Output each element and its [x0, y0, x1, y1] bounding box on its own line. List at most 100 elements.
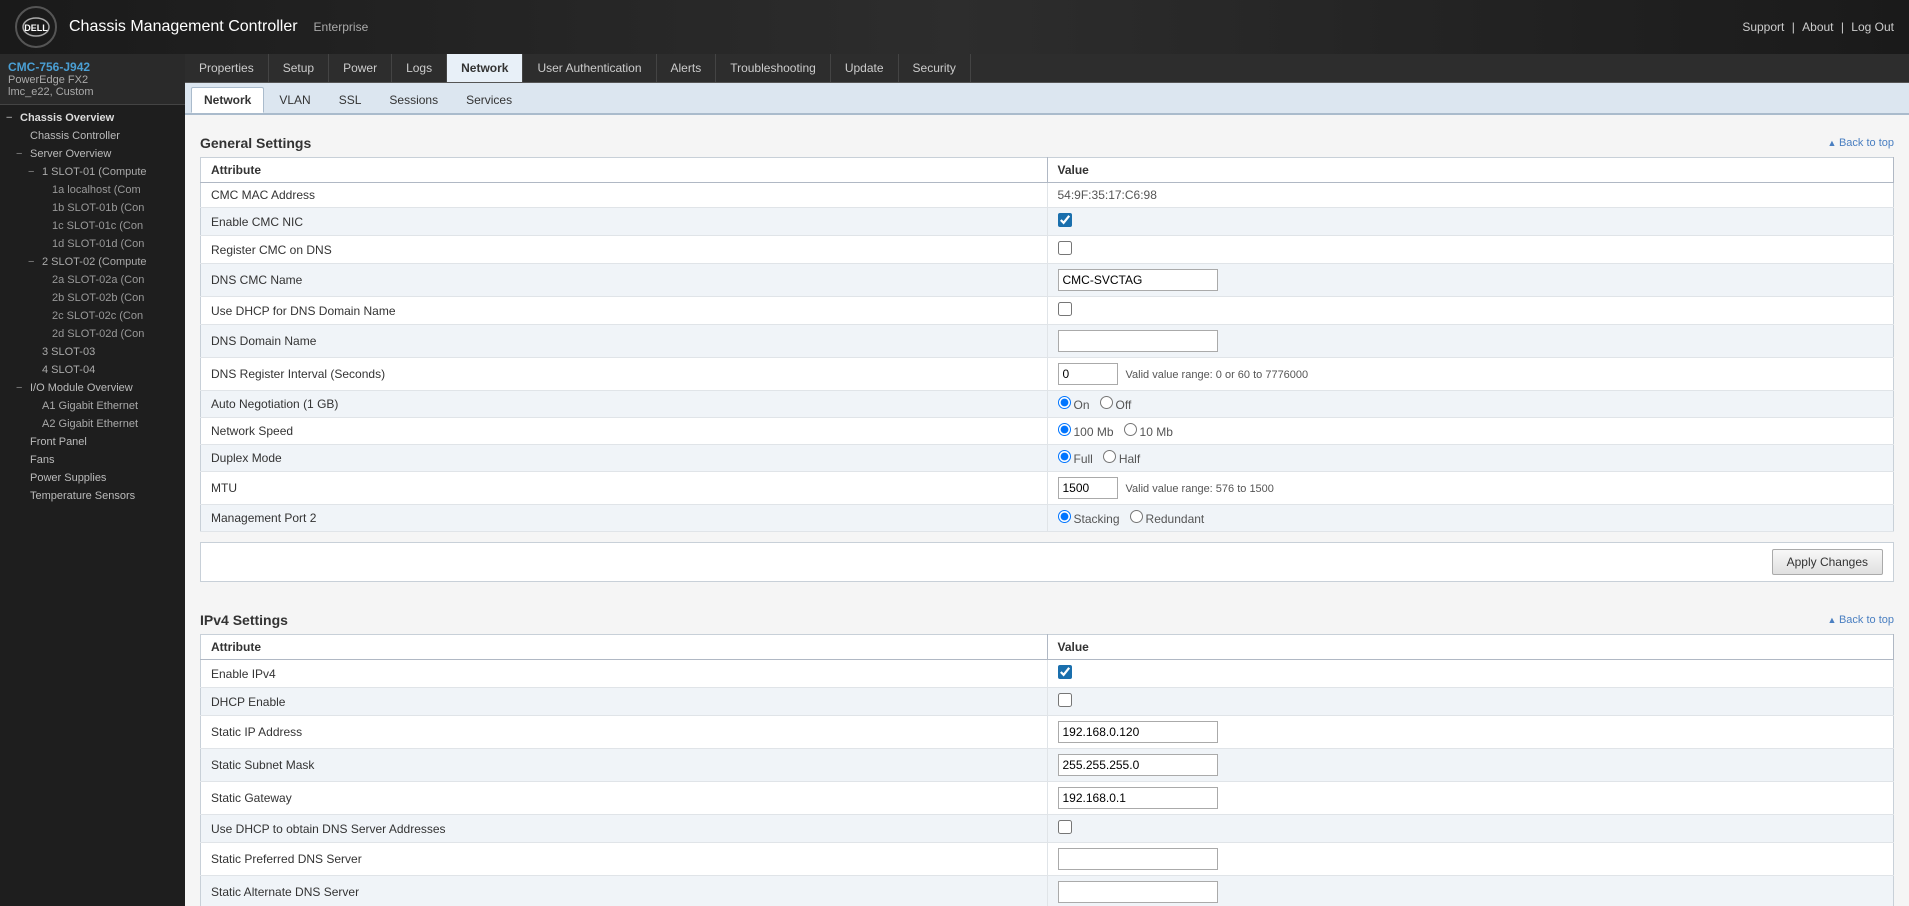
sidebar-item-19[interactable]: Fans: [0, 451, 185, 469]
general-apply-button[interactable]: Apply Changes: [1772, 549, 1883, 575]
general-input-3[interactable]: [1058, 269, 1218, 291]
tab-primary-update[interactable]: Update: [831, 54, 899, 82]
about-link[interactable]: About: [1802, 20, 1833, 34]
general-attr-1: Enable CMC NIC: [201, 208, 1048, 236]
content-area: PropertiesSetupPowerLogsNetworkUser Auth…: [185, 54, 1909, 906]
nav-sep1: |: [1792, 20, 1798, 34]
tab-secondary-vlan[interactable]: VLAN: [266, 87, 323, 113]
general-value-4: [1047, 297, 1894, 325]
general-action-bar: Apply Changes: [200, 542, 1894, 582]
tab-primary-user-authentication[interactable]: User Authentication: [523, 54, 656, 82]
general-radio-label-9-Half[interactable]: Half: [1103, 452, 1140, 466]
sidebar-item-8[interactable]: −2 SLOT-02 (Compute: [0, 253, 185, 271]
table-row: CMC MAC Address54:9F:35:17:C6:98: [201, 183, 1894, 208]
logout-link[interactable]: Log Out: [1851, 20, 1894, 34]
general-value-7: On Off: [1047, 391, 1894, 418]
ipv4-attr-0: Enable IPv4: [201, 660, 1048, 688]
general-radio-label-8-10-Mb[interactable]: 10 Mb: [1124, 425, 1173, 439]
sidebar-device-info: CMC-756-J942 PowerEdge FX2 lmc_e22, Cust…: [0, 54, 185, 105]
general-radio-label-7-Off[interactable]: Off: [1100, 398, 1132, 412]
general-radio-11-Stacking[interactable]: [1058, 510, 1071, 523]
general-checkbox-1[interactable]: [1058, 213, 1072, 227]
sidebar-item-20[interactable]: Power Supplies: [0, 469, 185, 487]
general-checkbox-4[interactable]: [1058, 302, 1072, 316]
general-value-3: [1047, 264, 1894, 297]
tab-secondary-services[interactable]: Services: [453, 87, 525, 113]
tab-primary-setup[interactable]: Setup: [269, 54, 329, 82]
general-radio-label-11-Redundant[interactable]: Redundant: [1130, 512, 1205, 526]
general-radio-7-On[interactable]: [1058, 396, 1071, 409]
general-value-5: [1047, 325, 1894, 358]
general-radio-8-10-Mb[interactable]: [1124, 423, 1137, 436]
sidebar-item-12[interactable]: 2d SLOT-02d (Con: [0, 325, 185, 343]
tab-secondary-ssl[interactable]: SSL: [326, 87, 375, 113]
ipv4-value-3: [1047, 749, 1894, 782]
general-value-2: [1047, 236, 1894, 264]
sidebar-item-13[interactable]: 3 SLOT-03: [0, 343, 185, 361]
sidebar-item-0[interactable]: −Chassis Overview: [0, 109, 185, 127]
general-input-10[interactable]: [1058, 477, 1118, 499]
sidebar-item-5[interactable]: 1b SLOT-01b (Con: [0, 199, 185, 217]
tab-primary-power[interactable]: Power: [329, 54, 392, 82]
general-radio-8-100-Mb[interactable]: [1058, 423, 1071, 436]
sidebar-item-1[interactable]: Chassis Controller: [0, 127, 185, 145]
tab-primary-properties[interactable]: Properties: [185, 54, 269, 82]
sidebar-item-7[interactable]: 1d SLOT-01d (Con: [0, 235, 185, 253]
sidebar-item-6[interactable]: 1c SLOT-01c (Con: [0, 217, 185, 235]
tab-primary-network[interactable]: Network: [447, 54, 523, 82]
general-radio-label-11-Stacking[interactable]: Stacking: [1058, 512, 1120, 526]
tab-primary-logs[interactable]: Logs: [392, 54, 447, 82]
ipv4-value-5: [1047, 815, 1894, 843]
general-attr-5: DNS Domain Name: [201, 325, 1048, 358]
general-radio-label-8-100-Mb[interactable]: 100 Mb: [1058, 425, 1114, 439]
sidebar-item-16[interactable]: A1 Gigabit Ethernet: [0, 397, 185, 415]
general-radio-9-Half[interactable]: [1103, 450, 1116, 463]
tab-secondary-network[interactable]: Network: [191, 87, 264, 113]
tab-secondary-sessions[interactable]: Sessions: [376, 87, 451, 113]
general-radio-7-Off[interactable]: [1100, 396, 1113, 409]
tab-primary-troubleshooting[interactable]: Troubleshooting: [716, 54, 831, 82]
ipv4-input-4[interactable]: [1058, 787, 1218, 809]
ipv4-input-3[interactable]: [1058, 754, 1218, 776]
sidebar-item-9[interactable]: 2a SLOT-02a (Con: [0, 271, 185, 289]
tab-primary-security[interactable]: Security: [899, 54, 971, 82]
general-radio-label-7-On[interactable]: On: [1058, 398, 1090, 412]
sidebar-item-17[interactable]: A2 Gigabit Ethernet: [0, 415, 185, 433]
sidebar-item-10[interactable]: 2b SLOT-02b (Con: [0, 289, 185, 307]
sidebar-item-3[interactable]: −1 SLOT-01 (Compute: [0, 163, 185, 181]
header-nav: Support | About | Log Out: [1742, 20, 1894, 34]
ipv4-input-2[interactable]: [1058, 721, 1218, 743]
ipv4-checkbox-5[interactable]: [1058, 820, 1072, 834]
tab-primary-alerts[interactable]: Alerts: [657, 54, 717, 82]
sidebar-item-14[interactable]: 4 SLOT-04: [0, 361, 185, 379]
general-checkbox-2[interactable]: [1058, 241, 1072, 255]
general-attr-4: Use DHCP for DNS Domain Name: [201, 297, 1048, 325]
general-radio-label-9-Full[interactable]: Full: [1058, 452, 1093, 466]
header: DELL Chassis Management Controller Enter…: [0, 0, 1909, 54]
sidebar-item-15[interactable]: −I/O Module Overview: [0, 379, 185, 397]
general-radio-11-Redundant[interactable]: [1130, 510, 1143, 523]
ipv4-back-to-top[interactable]: Back to top: [1828, 614, 1894, 626]
general-attr-2: Register CMC on DNS: [201, 236, 1048, 264]
sidebar-item-4[interactable]: 1a localhost (Com: [0, 181, 185, 199]
sidebar-item-18[interactable]: Front Panel: [0, 433, 185, 451]
sidebar-item-11[interactable]: 2c SLOT-02c (Con: [0, 307, 185, 325]
general-range-6: Valid value range: 0 or 60 to 7776000: [1126, 369, 1309, 381]
general-value-0: 54:9F:35:17:C6:98: [1047, 183, 1894, 208]
sidebar: CMC-756-J942 PowerEdge FX2 lmc_e22, Cust…: [0, 54, 185, 906]
general-radio-9-Full[interactable]: [1058, 450, 1071, 463]
general-input-6[interactable]: [1058, 363, 1118, 385]
ipv4-checkbox-0[interactable]: [1058, 665, 1072, 679]
sidebar-item-2[interactable]: −Server Overview: [0, 145, 185, 163]
general-back-to-top[interactable]: Back to top: [1828, 137, 1894, 149]
sidebar-item-21[interactable]: Temperature Sensors: [0, 487, 185, 505]
app-title: Chassis Management Controller: [69, 18, 298, 36]
ipv4-attr-header: Attribute: [201, 635, 1048, 660]
ipv4-attr-3: Static Subnet Mask: [201, 749, 1048, 782]
nav-sep2: |: [1841, 20, 1847, 34]
ipv4-input-6[interactable]: [1058, 848, 1218, 870]
general-input-5[interactable]: [1058, 330, 1218, 352]
support-link[interactable]: Support: [1742, 20, 1784, 34]
ipv4-input-7[interactable]: [1058, 881, 1218, 903]
ipv4-checkbox-1[interactable]: [1058, 693, 1072, 707]
